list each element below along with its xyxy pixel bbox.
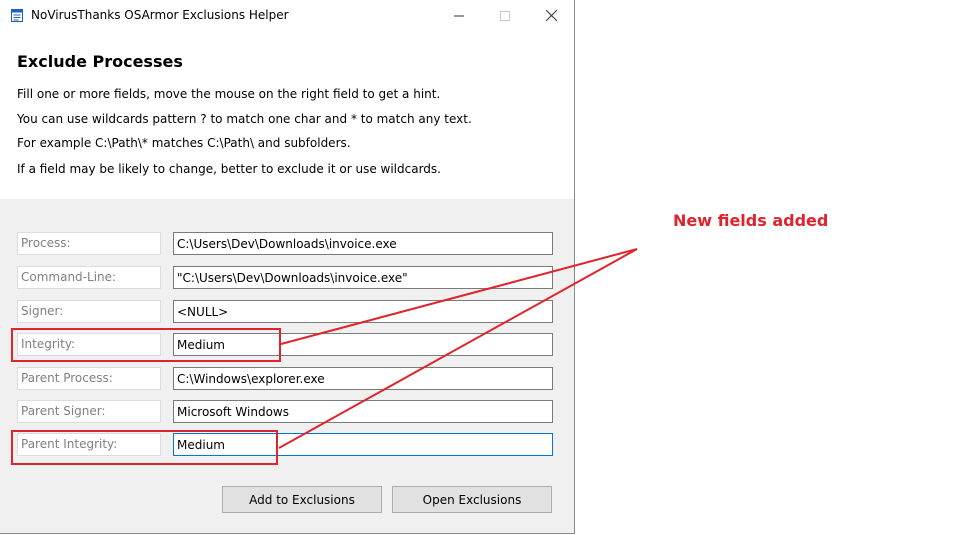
- command-line-field[interactable]: [173, 266, 553, 289]
- app-icon: [11, 9, 23, 22]
- process-field[interactable]: [173, 232, 553, 255]
- info-line-4: If a field may be likely to change, bett…: [17, 162, 441, 176]
- signer-field[interactable]: [173, 300, 553, 323]
- maximize-icon: [500, 10, 510, 21]
- open-exclusions-button[interactable]: Open Exclusions: [392, 486, 552, 513]
- command-line-label: Command-Line:: [17, 266, 161, 289]
- process-label: Process:: [17, 232, 161, 255]
- minimize-icon: [454, 15, 464, 16]
- info-line-2: You can use wildcards pattern ? to match…: [17, 112, 472, 126]
- page-title: Exclude Processes: [17, 52, 183, 71]
- add-to-exclusions-button[interactable]: Add to Exclusions: [222, 486, 382, 513]
- integrity-highlight-box: [11, 328, 281, 362]
- parent-process-label: Parent Process:: [17, 367, 161, 390]
- parent-integrity-highlight-box: [11, 430, 278, 465]
- info-line-3: For example C:\Path\* matches C:\Path\ a…: [17, 136, 351, 150]
- form-area: Process: Command-Line: Signer: Integrity…: [0, 199, 574, 533]
- parent-signer-field[interactable]: [173, 400, 553, 423]
- window-title: NoVirusThanks OSArmor Exclusions Helper: [31, 8, 289, 22]
- annotation-label: New fields added: [673, 211, 829, 230]
- title-bar: NoVirusThanks OSArmor Exclusions Helper: [0, 0, 574, 31]
- info-line-1: Fill one or more fields, move the mouse …: [17, 87, 441, 101]
- signer-label: Signer:: [17, 300, 161, 323]
- parent-process-field[interactable]: [173, 367, 553, 390]
- header-panel: Exclude Processes Fill one or more field…: [0, 31, 574, 199]
- maximize-button[interactable]: [482, 0, 528, 31]
- parent-signer-label: Parent Signer:: [17, 400, 161, 423]
- minimize-button[interactable]: [436, 0, 482, 31]
- close-button[interactable]: [528, 0, 574, 31]
- close-icon: [545, 10, 557, 21]
